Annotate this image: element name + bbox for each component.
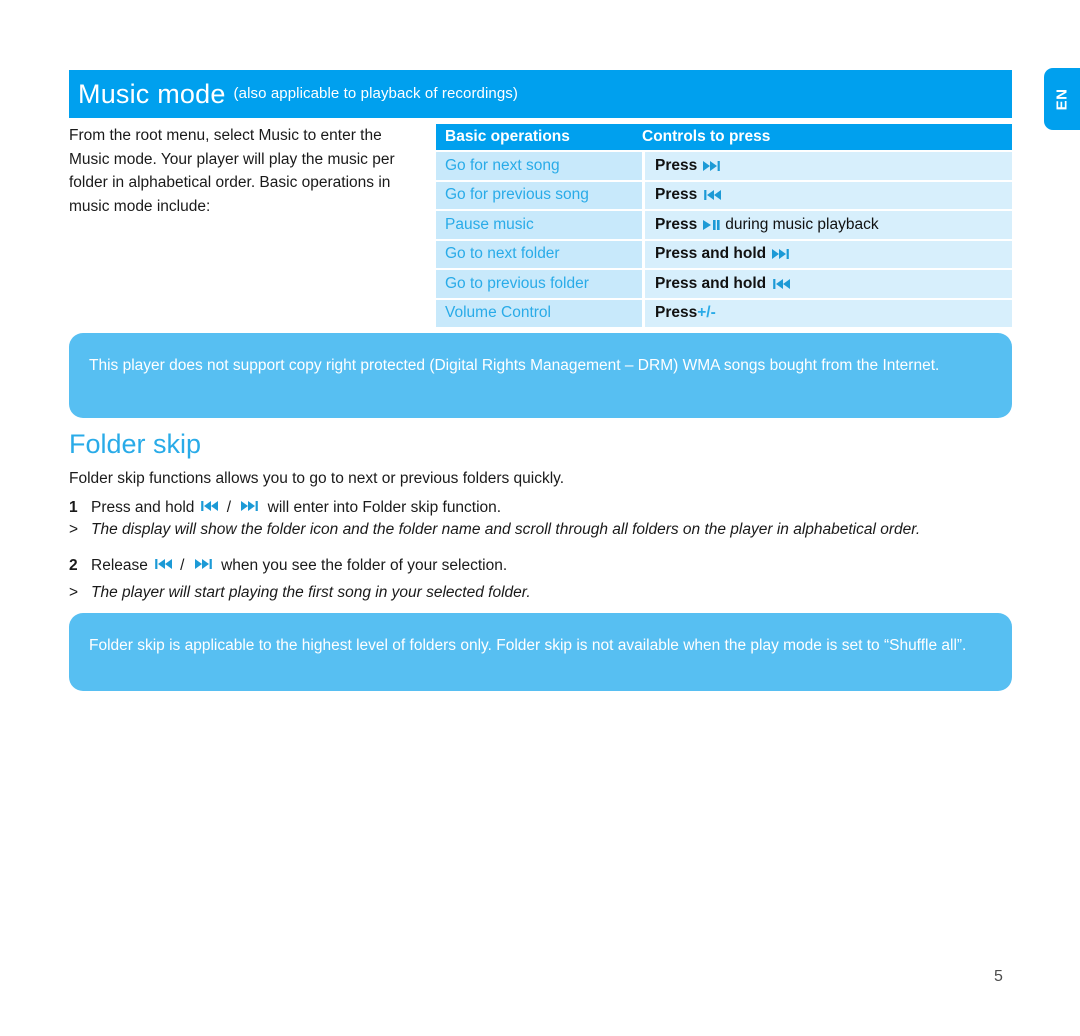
next-track-icon <box>771 248 791 260</box>
result-note-row: > The display will show the folder icon a… <box>69 521 920 539</box>
page-header-bar: Music mode (also applicable to playback … <box>69 70 1012 118</box>
cell-control: Press and hold <box>645 240 1012 268</box>
table-body: Go for next song Press Go for previous son… <box>436 152 1012 327</box>
next-track-icon <box>240 500 260 512</box>
page-number: 5 <box>994 968 1003 985</box>
press-label: Press and hold <box>655 245 767 263</box>
next-track-icon <box>194 558 214 570</box>
step-text: The player will start playing the first … <box>91 584 531 602</box>
numbered-step-row: 1 Press and hold / will enter into Folder… <box>69 499 501 517</box>
intro-paragraph: From the root menu, select Music to ente… <box>69 127 395 215</box>
step-text: Release / when you see the folder of you… <box>91 557 507 575</box>
step-text-prefix: Release <box>91 557 148 574</box>
table-row: Go to next folder Press and hold <box>436 240 1012 268</box>
language-tab-label: EN <box>1053 88 1071 110</box>
play-pause-icon <box>702 219 722 231</box>
step-marker: > <box>69 584 79 601</box>
press-label: Press <box>655 186 698 204</box>
step-text: Press and hold / will enter into Folder … <box>91 499 501 517</box>
step-text-prefix: The display will show the folder icon an… <box>91 521 921 538</box>
press-label: Press <box>655 215 698 233</box>
step-marker: 1 <box>69 499 78 516</box>
cell-control: Press <box>645 152 1012 180</box>
table-row: Go for previous song Press <box>436 181 1012 209</box>
cell-control: Press and hold <box>645 270 1012 298</box>
page-subtitle: (also applicable to playback of recordin… <box>233 85 518 102</box>
step-text-suffix: will enter into Folder skip function. <box>263 499 502 516</box>
note-folder-skip-text: Folder skip is applicable to the highest… <box>89 637 967 654</box>
table-row: Go to previous folder Press and hold <box>436 270 1012 298</box>
folder-skip-intro: Folder skip functions allows you to go t… <box>69 470 565 487</box>
control-suffix: during music playback <box>725 215 879 233</box>
prev-track-icon <box>153 558 173 570</box>
icon-separator: / <box>222 499 236 516</box>
basic-operations-table: Basic operations Controls to press Go fo… <box>436 124 1012 327</box>
press-label: Press <box>655 156 698 174</box>
cell-operation: Go to previous folder <box>436 270 642 298</box>
prev-track-icon <box>702 189 722 201</box>
step-text-prefix: The player will start playing the first … <box>91 584 531 601</box>
table-row: Volume Control Press +/- <box>436 299 1012 327</box>
next-track-icon <box>702 160 722 172</box>
table-row: Pause music Press during music playback <box>436 211 1012 239</box>
language-tab-en[interactable]: EN <box>1044 68 1080 130</box>
prev-track-icon <box>771 278 791 290</box>
plus-minus-label: +/- <box>697 304 716 322</box>
cell-operation: Volume Control <box>436 299 642 327</box>
step-text-suffix: when you see the folder of your selectio… <box>216 557 508 574</box>
section-heading-folder-skip: Folder skip <box>69 429 202 459</box>
note-drm-text: This player does not support copy right … <box>89 357 940 374</box>
prev-track-icon <box>199 500 219 512</box>
column-header-operations: Basic operations <box>445 128 570 145</box>
page-title: Music mode <box>78 78 226 109</box>
result-note-row: > The player will start playing the first… <box>69 584 531 602</box>
step-text: The display will show the folder icon an… <box>91 521 920 539</box>
cell-operation: Go to next folder <box>436 240 642 268</box>
column-header-controls: Controls to press <box>642 128 771 145</box>
step-marker: 2 <box>69 557 78 574</box>
step-text-prefix: Press and hold <box>91 499 195 516</box>
icon-separator: / <box>175 557 189 574</box>
press-label: Press and hold <box>655 274 767 292</box>
cell-operation: Go for next song <box>436 152 642 180</box>
step-marker: > <box>69 521 79 538</box>
cell-operation: Go for previous song <box>436 181 642 209</box>
cell-operation: Pause music <box>436 211 642 239</box>
numbered-step-row: 2 Release / when you see the folder of yo… <box>69 557 507 575</box>
cell-control: Press during music playback <box>645 211 1012 239</box>
cell-control: Press +/- <box>645 299 1012 327</box>
table-header-row: Basic operations Controls to press <box>436 124 1012 150</box>
table-row: Go for next song Press <box>436 152 1012 180</box>
note-box-drm: This player does not support copy right … <box>69 333 1012 418</box>
press-label: Press <box>655 304 698 322</box>
note-box-folder-skip: Folder skip is applicable to the highest… <box>69 613 1012 691</box>
cell-control: Press <box>645 181 1012 209</box>
